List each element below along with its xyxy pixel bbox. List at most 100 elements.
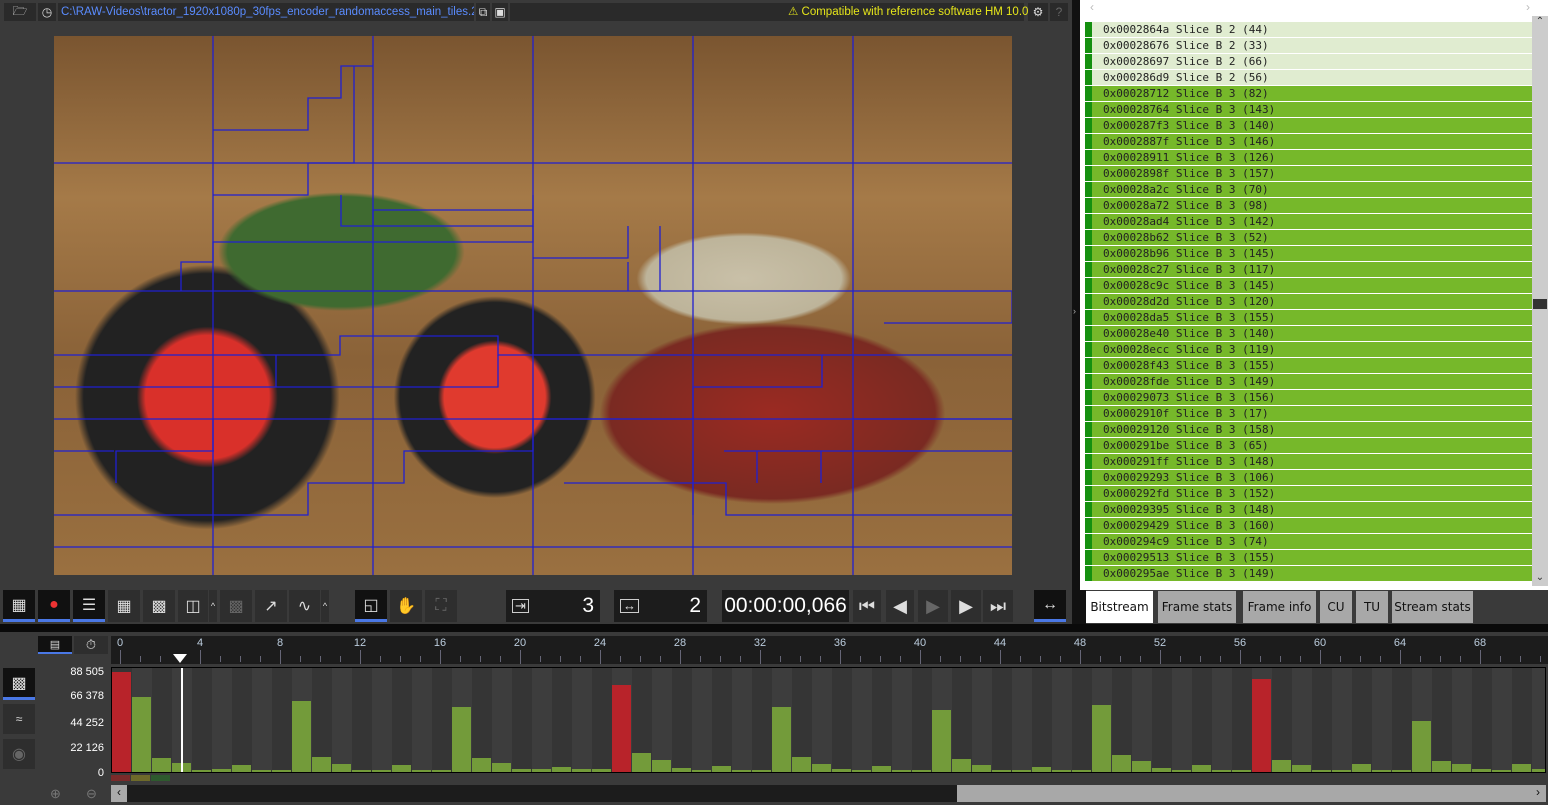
frame-size-bar[interactable] <box>972 765 991 772</box>
nal-unit-row[interactable]: 0x00028764 Slice B 3 (143) <box>1085 102 1532 118</box>
scroll-down-icon[interactable]: ⌄ <box>1532 572 1548 586</box>
nal-unit-row[interactable]: 0x00028697 Slice B 2 (66) <box>1085 54 1532 70</box>
next-frame-icon[interactable]: ▶ <box>951 590 981 622</box>
frame-column[interactable] <box>152 668 172 772</box>
waveform-icon[interactable]: ∿ <box>289 590 320 622</box>
frame-column[interactable] <box>332 668 352 772</box>
frame-size-bar[interactable] <box>992 770 1011 772</box>
frame-column[interactable] <box>892 668 912 772</box>
frame-column[interactable] <box>1192 668 1212 772</box>
frame-size-bar[interactable] <box>472 758 491 772</box>
splitter[interactable] <box>0 624 1548 632</box>
video-frame[interactable] <box>54 36 1012 575</box>
tab-frame-stats[interactable]: Frame stats <box>1158 591 1236 623</box>
frame-size-bar[interactable] <box>352 770 371 772</box>
frame-column[interactable] <box>552 668 572 772</box>
frame-column[interactable] <box>1292 668 1312 772</box>
gear-icon[interactable]: ⚙ <box>1028 3 1048 21</box>
nal-unit-row[interactable]: 0x00028b62 Slice B 3 (52) <box>1085 230 1532 246</box>
timeline-scroll-thumb[interactable] <box>957 785 1546 802</box>
nal-unit-row[interactable]: 0x00028da5 Slice B 3 (155) <box>1085 310 1532 326</box>
tab-cu[interactable]: CU <box>1320 591 1352 623</box>
nal-unit-row[interactable]: 0x00028676 Slice B 2 (33) <box>1085 38 1532 54</box>
nal-unit-row[interactable]: 0x000286d9 Slice B 2 (56) <box>1085 70 1532 86</box>
scroll-left-icon[interactable]: ‹ <box>1090 0 1094 14</box>
frame-column[interactable] <box>1212 668 1232 772</box>
frame-column[interactable] <box>712 668 732 772</box>
frame-size-bar[interactable] <box>952 759 971 772</box>
frame-size-bar[interactable] <box>712 766 731 772</box>
frame-size-bar[interactable] <box>1052 770 1071 772</box>
frame-column[interactable] <box>992 668 1012 772</box>
nal-unit-row[interactable]: 0x000291be Slice B 3 (65) <box>1085 438 1532 454</box>
scroll-right-icon[interactable]: › <box>1530 785 1546 802</box>
frame-size-bar[interactable] <box>1132 761 1151 772</box>
frame-size-chart[interactable] <box>111 667 1546 773</box>
frame-size-bar[interactable] <box>512 769 531 772</box>
frame-column[interactable] <box>672 668 692 772</box>
frame-size-bar[interactable] <box>492 763 511 772</box>
frame-column[interactable] <box>692 668 712 772</box>
scroll-thumb[interactable] <box>1533 299 1547 309</box>
frame-size-bar[interactable] <box>812 764 831 772</box>
nal-unit-row[interactable]: 0x00028ad4 Slice B 3 (142) <box>1085 214 1532 230</box>
frame-column[interactable] <box>1272 668 1292 772</box>
frame-size-bar[interactable] <box>532 769 551 772</box>
frame-size-bar[interactable] <box>1332 770 1351 772</box>
frame-size-bar[interactable] <box>272 770 291 772</box>
frame-size-bar[interactable] <box>232 765 251 772</box>
folder-open-icon[interactable]: 🗁 <box>4 3 36 21</box>
frame-column[interactable] <box>1232 668 1252 772</box>
frame-column[interactable] <box>1052 668 1072 772</box>
scroll-up-icon[interactable]: ⌃ <box>1532 16 1548 30</box>
frame-size-bar[interactable] <box>552 767 571 772</box>
copy-icon[interactable]: ⧉ <box>476 3 490 21</box>
frame-size-bar[interactable] <box>1172 770 1191 772</box>
frame-column[interactable] <box>1352 668 1372 772</box>
nal-unit-row[interactable]: 0x0002910f Slice B 3 (17) <box>1085 406 1532 422</box>
tab-bitstream[interactable]: Bitstream <box>1086 591 1153 623</box>
frame-size-bar[interactable] <box>1092 705 1111 772</box>
frame-size-bar[interactable] <box>672 768 691 772</box>
nal-unit-row[interactable]: 0x0002898f Slice B 3 (157) <box>1085 166 1532 182</box>
prediction-icon[interactable]: ◫ <box>178 590 208 622</box>
collapse-arrow-icon[interactable]: › <box>1073 306 1076 316</box>
frame-column[interactable] <box>412 668 432 772</box>
frame-column[interactable] <box>252 668 272 772</box>
nal-unit-row[interactable]: 0x000292fd Slice B 3 (152) <box>1085 486 1532 502</box>
frame-column[interactable] <box>1132 668 1152 772</box>
last-frame-icon[interactable]: ⏭ <box>983 590 1013 622</box>
frame-size-bar[interactable] <box>112 672 131 772</box>
nal-unit-row[interactable]: 0x00028b96 Slice B 3 (145) <box>1085 246 1532 262</box>
frame-column[interactable] <box>432 668 452 772</box>
nal-unit-row[interactable]: 0x000287f3 Slice B 3 (140) <box>1085 118 1532 134</box>
play-icon[interactable]: ▶ <box>918 590 948 622</box>
nal-unit-row[interactable]: 0x00029513 Slice B 3 (155) <box>1085 550 1532 566</box>
prev-frame-icon[interactable]: ◀ <box>886 590 914 622</box>
nal-unit-row[interactable]: 0x00029120 Slice B 3 (158) <box>1085 422 1532 438</box>
frame-column[interactable] <box>212 668 232 772</box>
frame-size-bar[interactable] <box>772 707 791 772</box>
frame-column[interactable] <box>852 668 872 772</box>
frame-column[interactable] <box>392 668 412 772</box>
frame-size-bar[interactable] <box>1212 770 1231 772</box>
frame-size-bar[interactable] <box>212 769 231 772</box>
frame-column[interactable] <box>472 668 492 772</box>
frame-column[interactable] <box>1152 668 1172 772</box>
scroll-right-icon[interactable]: › <box>1526 0 1530 14</box>
nal-unit-row[interactable]: 0x00028ecc Slice B 3 (119) <box>1085 342 1532 358</box>
frame-size-bar[interactable] <box>1312 770 1331 772</box>
nal-unit-row[interactable]: 0x00028f43 Slice B 3 (155) <box>1085 358 1532 374</box>
ctu-grid-icon[interactable]: ▦ <box>108 590 140 622</box>
frame-column[interactable] <box>512 668 532 772</box>
frame-column[interactable] <box>1032 668 1052 772</box>
frame-column[interactable] <box>1312 668 1332 772</box>
frame-size-bar[interactable] <box>572 769 591 772</box>
nal-unit-row[interactable]: 0x00029073 Slice B 3 (156) <box>1085 390 1532 406</box>
frame-size-bar[interactable] <box>632 753 651 772</box>
frame-column[interactable] <box>1512 668 1532 772</box>
frame-size-bar[interactable] <box>1512 764 1531 772</box>
nal-unit-row[interactable]: 0x00028fde Slice B 3 (149) <box>1085 374 1532 390</box>
frame-size-bar[interactable] <box>132 697 151 772</box>
frame-column[interactable] <box>1452 668 1472 772</box>
